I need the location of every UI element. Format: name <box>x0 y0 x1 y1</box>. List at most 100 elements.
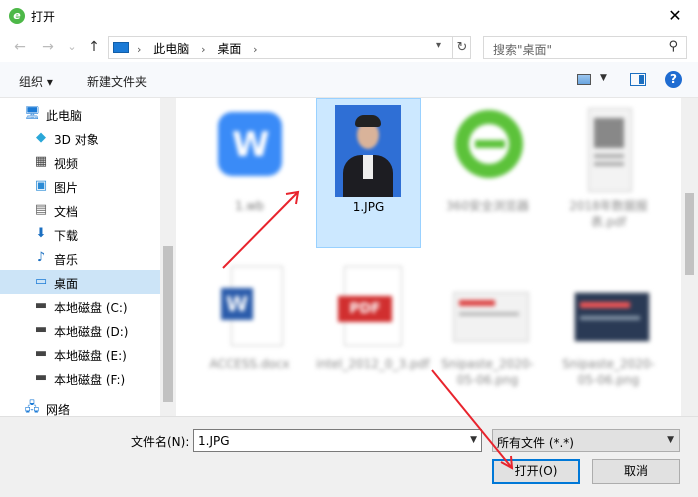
sidebar-item-label: 网络 <box>46 403 71 416</box>
sidebar-item[interactable]: ▣ 图片 <box>0 174 160 198</box>
sidebar-item[interactable]: 🖧 网络 <box>0 396 160 417</box>
computer-icon: 🖥 <box>24 106 41 121</box>
crumb-desktop[interactable]: 桌面 <box>217 42 241 56</box>
file-label: ACCESS.docx <box>209 357 290 371</box>
sidebar-item[interactable]: ▭ 桌面 <box>0 270 160 294</box>
filename-input[interactable]: 1.JPG ▼ <box>193 429 482 452</box>
photo-thumbnail <box>335 105 401 197</box>
sidebar-scrollbar-thumb[interactable] <box>163 246 173 402</box>
chevron-down-icon[interactable]: ▼ <box>470 435 477 445</box>
desktop-icon: ▭ <box>34 274 48 289</box>
file-type-select[interactable]: 所有文件 (*.*) ▼ <box>492 429 680 452</box>
recent-locations-button[interactable]: ⌄ <box>62 37 82 57</box>
pdf-thumbnail <box>568 104 650 192</box>
download-icon: ⬇ <box>35 226 47 241</box>
filename-value: 1.JPG <box>198 434 230 448</box>
close-button[interactable]: ✕ <box>652 0 698 32</box>
sidebar-item-label: 文档 <box>54 205 79 219</box>
file-label: 360安全浏览器 <box>446 199 529 213</box>
file-item-pdf[interactable]: PDF intel_2012_0_3.pdf <box>316 256 430 406</box>
drive-icon: ▬ <box>34 322 48 337</box>
screenshot-thumbnail <box>447 262 529 350</box>
cancel-button[interactable]: 取消 <box>592 459 680 484</box>
sidebar-item-label: 下载 <box>54 229 79 243</box>
refresh-button[interactable]: ↻ <box>452 37 471 58</box>
navigation-bar: ← → ⌄ ↑ › 此电脑 › 桌面 › ▾ ↻ 搜索"桌面" ⚲ <box>0 32 698 62</box>
search-placeholder: 搜索"桌面" <box>493 43 553 57</box>
file-item-wps[interactable]: W 1.wb <box>197 98 302 248</box>
file-item-snipaste-1[interactable]: Snipaste_2020-05-06.png <box>435 256 540 406</box>
pdf-icon: PDF <box>328 262 410 350</box>
view-options-icon[interactable] <box>577 74 591 85</box>
file-item-pdf-report[interactable]: 2018年数据报表.pdf <box>556 98 661 248</box>
computer-icon <box>113 42 129 53</box>
sidebar-item[interactable]: 🖥 此电脑 <box>0 102 160 126</box>
file-item-browser[interactable]: 360安全浏览器 <box>435 98 540 248</box>
sidebar-item[interactable]: ▬ 本地磁盘 (C:) <box>0 294 160 318</box>
drive-icon: ▬ <box>34 298 48 313</box>
sidebar-item-label: 本地磁盘 (F:) <box>54 373 126 387</box>
address-bar[interactable]: › 此电脑 › 桌面 › ▾ ↻ <box>108 36 471 59</box>
chevron-down-icon[interactable]: ▼ <box>600 73 607 83</box>
chevron-down-icon[interactable]: ▾ <box>436 40 441 51</box>
organize-button[interactable]: 组织 ▾ <box>19 73 53 90</box>
browser-icon <box>447 104 529 192</box>
sidebar-item[interactable]: ▤ 文档 <box>0 198 160 222</box>
filename-label: 文件名(N): <box>131 435 190 449</box>
help-icon[interactable]: ? <box>665 71 682 88</box>
network-icon: 🖧 <box>24 400 40 415</box>
crumb-this-pc[interactable]: 此电脑 <box>153 42 189 56</box>
sidebar-item-label: 本地磁盘 (E:) <box>54 349 127 363</box>
file-item-snipaste-2[interactable]: Snipaste_2020-05-06.png <box>556 256 661 406</box>
drive-icon: ▬ <box>34 346 48 361</box>
file-view-scrollbar[interactable] <box>681 98 698 416</box>
file-view: W 1.wb 1.JPG 360安全浏览器 2018年数据报表.pdf W AC… <box>176 98 681 416</box>
video-icon: ▦ <box>34 154 48 169</box>
title-bar: e 打开 ✕ <box>0 0 698 32</box>
app-browser-icon: e <box>9 8 25 24</box>
sidebar-item[interactable]: ⬇ 下载 <box>0 222 160 246</box>
sidebar-item[interactable]: ♪ 音乐 <box>0 246 160 270</box>
sidebar-item[interactable]: ▦ 视频 <box>0 150 160 174</box>
wps-app-icon: W <box>209 104 291 192</box>
breadcrumb: › 此电脑 › 桌面 › <box>137 40 266 57</box>
document-icon: ▤ <box>34 202 48 217</box>
file-label: intel_2012_0_3.pdf <box>316 357 430 371</box>
sidebar-scrollbar[interactable] <box>160 98 176 416</box>
sidebar-item-label: 本地磁盘 (C:) <box>54 301 128 315</box>
preview-pane-icon[interactable] <box>630 73 646 86</box>
3d-objects-icon: ◆ <box>36 130 46 145</box>
crumb-separator: › <box>137 43 142 56</box>
sidebar-item[interactable]: ▬ 本地磁盘 (E:) <box>0 342 160 366</box>
sidebar-item-label: 3D 对象 <box>54 133 99 147</box>
up-folder-button[interactable]: ↑ <box>84 37 104 57</box>
picture-icon: ▣ <box>34 178 48 193</box>
file-label: Snipaste_2020-05-06.png <box>441 357 534 387</box>
word-doc-icon: W <box>209 262 291 350</box>
sidebar-item-label: 此电脑 <box>46 109 83 123</box>
file-label: Snipaste_2020-05-06.png <box>562 357 655 387</box>
file-label: 1.wb <box>235 199 264 213</box>
sidebar-item-label: 本地磁盘 (D:) <box>54 325 129 339</box>
sidebar-item[interactable]: ◆ 3D 对象 <box>0 126 160 150</box>
sidebar-item[interactable]: ▬ 本地磁盘 (D:) <box>0 318 160 342</box>
dialog-footer: 文件名(N): 1.JPG ▼ 所有文件 (*.*) ▼ 打开(O) 取消 <box>0 416 698 497</box>
search-input[interactable]: 搜索"桌面" ⚲ <box>483 36 687 59</box>
file-view-scrollbar-thumb[interactable] <box>685 193 694 275</box>
file-label: 1.JPG <box>352 200 385 214</box>
sidebar-item-label: 桌面 <box>54 277 79 291</box>
chevron-down-icon: ▼ <box>667 435 674 445</box>
crumb-separator: › <box>201 43 206 56</box>
open-button[interactable]: 打开(O) <box>492 459 580 484</box>
music-icon: ♪ <box>36 250 46 265</box>
sidebar-item-label: 音乐 <box>54 253 79 267</box>
file-item-1-jpg[interactable]: 1.JPG <box>316 98 421 248</box>
new-folder-button[interactable]: 新建文件夹 <box>87 73 147 90</box>
file-label: 2018年数据报表.pdf <box>569 199 648 229</box>
drive-icon: ▬ <box>34 370 48 385</box>
sidebar-item-label: 视频 <box>54 157 79 171</box>
forward-button[interactable]: → <box>38 37 58 57</box>
file-item-word-doc[interactable]: W ACCESS.docx <box>197 256 302 406</box>
sidebar-item[interactable]: ▬ 本地磁盘 (F:) <box>0 366 160 390</box>
back-button[interactable]: ← <box>10 37 30 57</box>
